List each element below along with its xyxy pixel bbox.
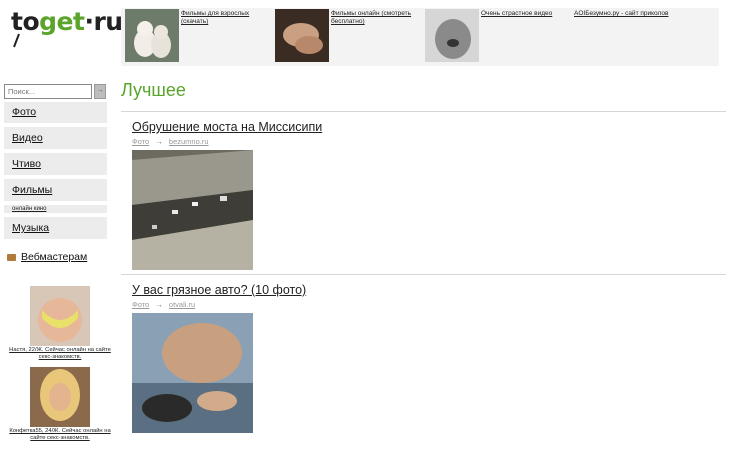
logo-text: toget·ru [11,7,123,36]
side-ad-1-image[interactable] [30,286,90,346]
top-ad-1[interactable]: Фильмы для взрослых (скачать) [121,8,271,66]
divider [121,274,726,275]
divider [121,111,726,112]
article-1-category[interactable]: Фото [132,137,149,146]
sidebar-item-video[interactable]: Видео [4,127,107,149]
top-ad-4-link[interactable]: AOIБезумно.ру - сайт приколов [574,10,668,18]
top-ad-4[interactable]: AOIБезумно.ру - сайт приколов [571,8,719,66]
arrow-icon: → [155,300,163,309]
article-2-meta: Фото → otvali.ru [132,300,195,309]
top-ad-3[interactable]: Очень страстное видео [421,8,571,66]
folder-icon [7,254,16,261]
search-input[interactable] [4,84,92,99]
side-ad-2-image[interactable] [30,367,90,427]
search-button[interactable]: → [94,84,106,99]
arrow-icon: → [155,137,163,146]
sidebar-item-films[interactable]: Фильмы [4,179,107,201]
section-title: Лучшее [121,80,186,100]
sidebar-item-photo[interactable]: Фото [4,102,107,123]
top-ad-1-link[interactable]: Фильмы для взрослых (скачать) [181,10,261,26]
article-1-title[interactable]: Обрушение моста на Миссисипи [132,120,322,134]
webmaster-link[interactable]: Вебмастерам [21,251,87,263]
article-2-image[interactable] [132,313,253,433]
sidebar-item-online-cinema[interactable]: онлайн кино [4,205,107,213]
top-ad-strip: Фильмы для взрослых (скачать) Фильмы онл… [121,8,719,66]
article-1-image[interactable] [132,150,253,270]
site-logo[interactable]: toget·ru [11,8,123,48]
ad-thumbnail-face [425,9,479,62]
top-ad-3-link[interactable]: Очень страстное видео [481,10,552,18]
top-ad-2-link[interactable]: Фильмы онлайн (смотреть бесплатно) [331,10,416,26]
side-ad-2-caption[interactable]: Конфетка55, 24/Ж. Сейчас онлайн на сайте… [4,428,116,442]
side-ad-1-caption[interactable]: Настя, 22/Ж. Сейчас онлайн на сайте секс… [4,347,116,361]
article-2-title[interactable]: У вас грязное авто? (10 фото) [132,283,306,297]
top-ad-2[interactable]: Фильмы онлайн (смотреть бесплатно) [271,8,421,66]
sidebar-item-music[interactable]: Музыка [4,217,107,239]
article-2-source[interactable]: otvali.ru [169,300,195,309]
article-1-source[interactable]: bezumno.ru [169,137,209,146]
article-1-meta: Фото → bezumno.ru [132,137,209,146]
ad-thumbnail-people [275,9,329,62]
ad-thumbnail-kittens [125,9,179,62]
magnifier-icon [13,33,20,48]
sidebar-item-reading[interactable]: Чтиво [4,153,107,175]
article-2-category[interactable]: Фото [132,300,149,309]
